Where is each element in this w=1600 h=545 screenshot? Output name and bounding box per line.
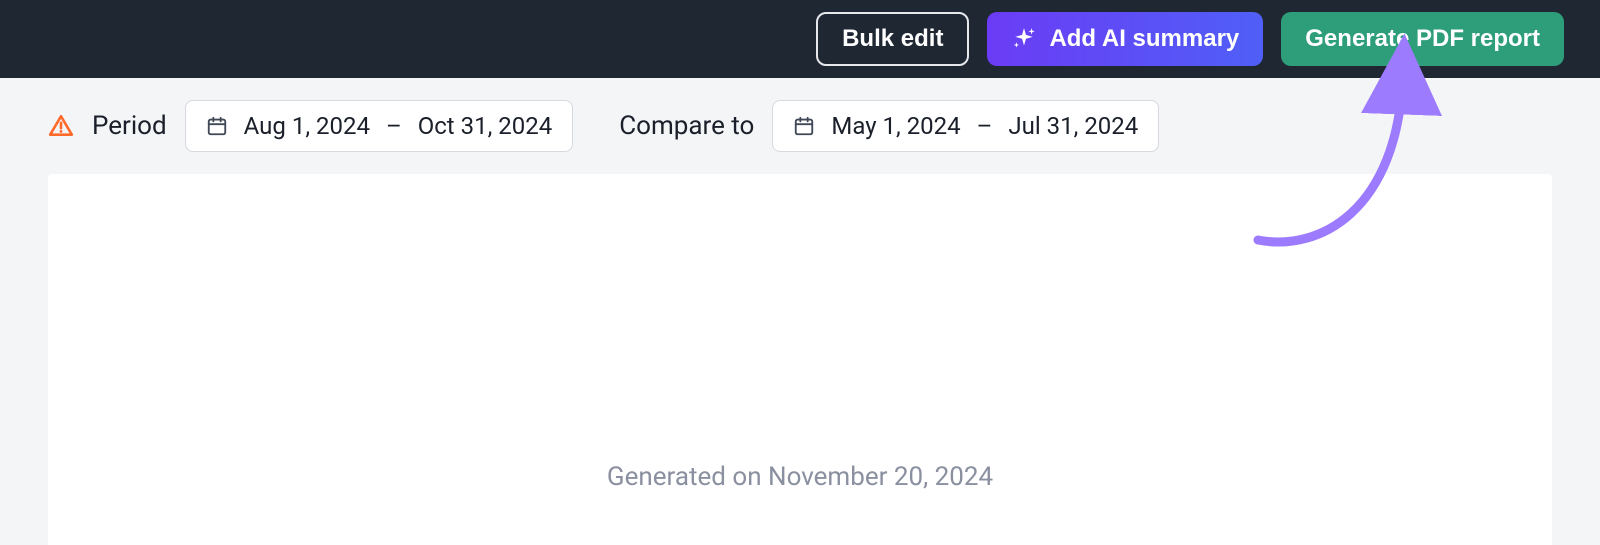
bulk-edit-button[interactable]: Bulk edit <box>816 12 969 66</box>
compare-to-label: Compare to <box>619 111 754 141</box>
warning-icon <box>48 113 74 139</box>
generated-on-text: Generated on November 20, 2024 <box>607 462 993 492</box>
period-date-range[interactable]: Aug 1, 2024 – Oct 31, 2024 <box>185 100 574 152</box>
period-start: Aug 1, 2024 <box>244 112 370 140</box>
period-separator: – <box>386 112 402 140</box>
add-ai-summary-label: Add AI summary <box>1049 25 1239 53</box>
content-area: Generated on November 20, 2024 <box>0 174 1600 545</box>
report-card: Generated on November 20, 2024 <box>48 174 1552 545</box>
filter-bar: Period Aug 1, 2024 – Oct 31, 2024 Compar… <box>0 78 1600 174</box>
compare-separator: – <box>977 112 993 140</box>
bulk-edit-label: Bulk edit <box>842 25 943 53</box>
sparkle-icon <box>1011 26 1037 52</box>
compare-date-range[interactable]: May 1, 2024 – Jul 31, 2024 <box>772 100 1159 152</box>
compare-end: Jul 31, 2024 <box>1008 112 1138 140</box>
period-label: Period <box>92 111 167 141</box>
compare-start: May 1, 2024 <box>831 112 960 140</box>
top-toolbar: Bulk edit Add AI summary Generate PDF re… <box>0 0 1600 78</box>
calendar-icon <box>793 115 815 137</box>
generate-pdf-button[interactable]: Generate PDF report <box>1281 12 1564 66</box>
generate-pdf-label: Generate PDF report <box>1305 25 1540 53</box>
calendar-icon <box>206 115 228 137</box>
add-ai-summary-button[interactable]: Add AI summary <box>987 12 1263 66</box>
period-end: Oct 31, 2024 <box>418 112 552 140</box>
